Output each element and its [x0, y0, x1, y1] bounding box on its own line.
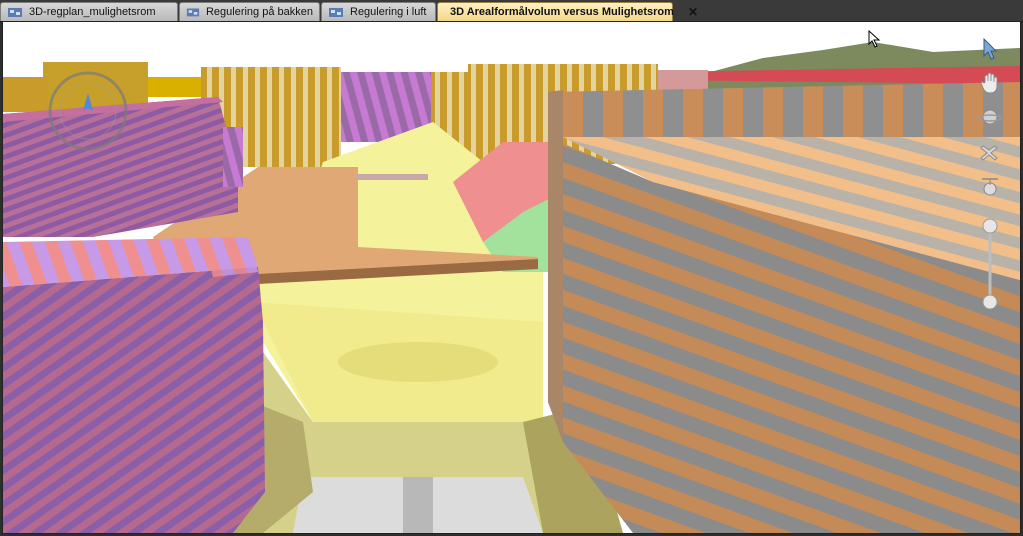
orbit-tool-button[interactable] — [976, 104, 1004, 130]
globe-scene-icon — [8, 8, 22, 17]
navigation-compass[interactable]: N — [45, 68, 131, 154]
close-tab-icon[interactable]: ✕ — [688, 5, 698, 19]
tab-regulering-i-luft[interactable]: Regulering i luft — [321, 2, 436, 21]
look-around-icon — [982, 178, 998, 196]
tab-3d-arealformalvolum[interactable]: 3D Arealformålvolum versus Mulighetsrom … — [437, 2, 698, 21]
zoom-out-icon — [982, 294, 998, 310]
select-icon — [983, 38, 998, 60]
select-tool-button[interactable] — [976, 36, 1004, 62]
zoom-slider-track — [982, 218, 998, 310]
3d-scene-render[interactable] — [3, 22, 1020, 533]
compass-needle-icon — [83, 93, 93, 111]
zoom-in-icon — [982, 218, 998, 234]
look-around-tool-button[interactable] — [976, 174, 1004, 200]
3d-scene-viewport[interactable]: N — [2, 21, 1021, 534]
pan-tool-button[interactable] — [976, 70, 1004, 96]
zoom-slider[interactable] — [980, 216, 1000, 312]
globe-scene-icon — [186, 8, 200, 17]
navigation-toolbar — [972, 36, 1008, 326]
orbit-icon — [978, 109, 1002, 125]
scene-window: 3D-regplan_mulighetsrom Regulering på ba… — [0, 0, 1023, 536]
fly-tool-button[interactable] — [976, 140, 1004, 166]
tab-label: Regulering på bakken — [205, 6, 313, 18]
pan-icon — [980, 72, 998, 94]
tab-label: 3D Arealformålvolum versus Mulighetsrom — [450, 6, 674, 18]
compass-north-label: N — [103, 152, 112, 154]
tab-label: 3D-regplan_mulighetsrom — [29, 6, 156, 18]
tab-regulering-pa-bakken[interactable]: Regulering på bakken — [179, 2, 320, 21]
globe-scene-icon — [329, 8, 343, 17]
fly-icon — [980, 145, 998, 161]
tab-label: Regulering i luft — [350, 6, 427, 18]
tab-3d-regplan[interactable]: 3D-regplan_mulighetsrom — [0, 2, 178, 21]
mouse-cursor-icon — [868, 30, 881, 48]
document-tab-bar: 3D-regplan_mulighetsrom Regulering på ba… — [0, 0, 1023, 22]
